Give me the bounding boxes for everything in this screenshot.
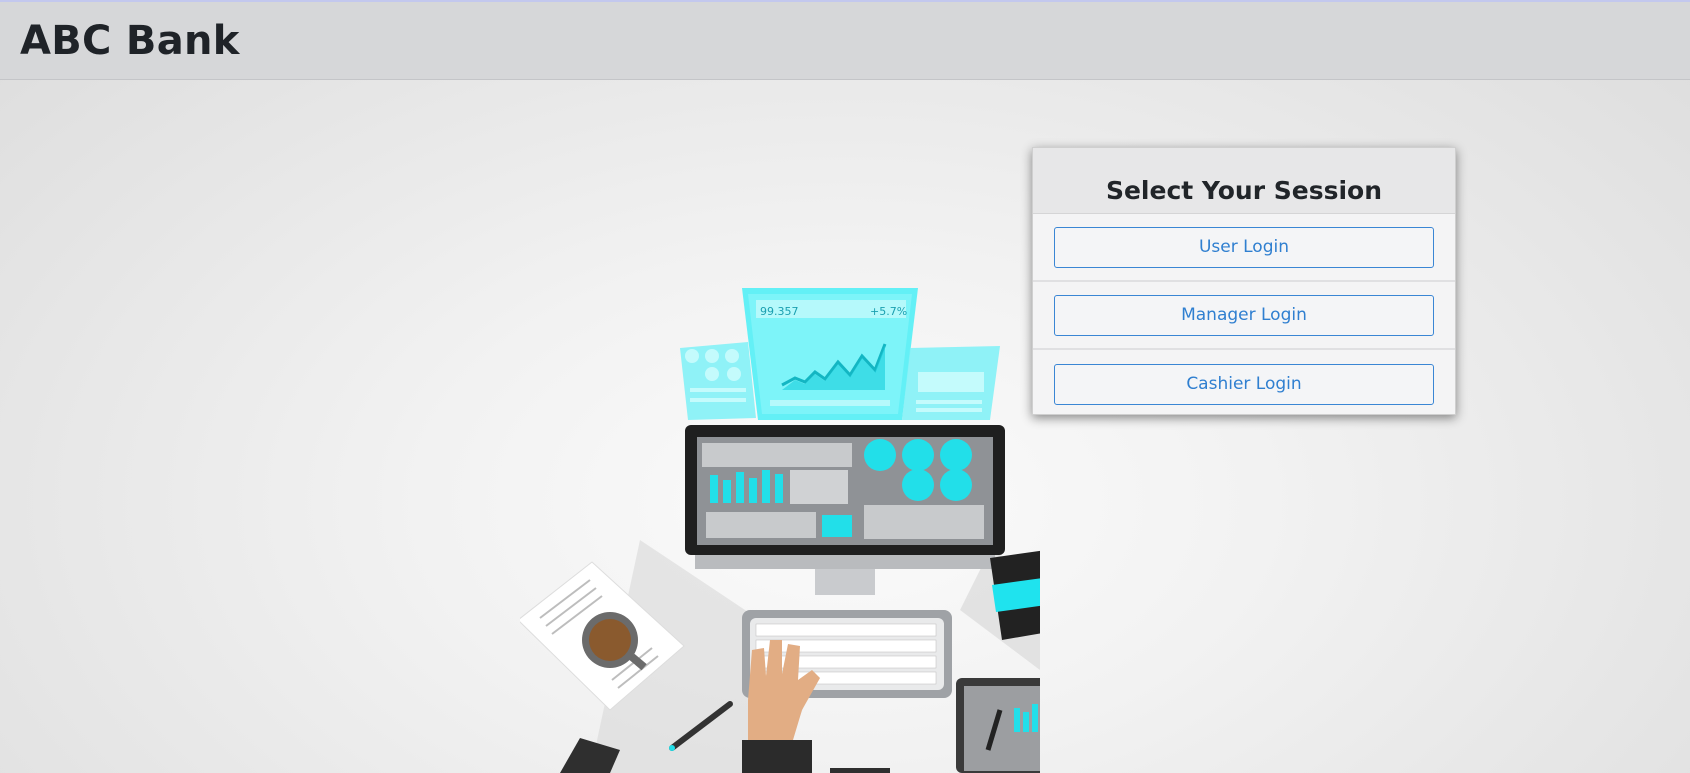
monitor xyxy=(685,425,1005,595)
holo-right-panel xyxy=(902,346,1000,420)
manager-login-row: Manager Login xyxy=(1033,282,1455,350)
holo-main-panel: 99.357 +5.7% xyxy=(742,288,918,420)
session-card-title: Select Your Session xyxy=(1105,176,1383,205)
workspace-illustration: 99.357 +5.7% xyxy=(520,288,1040,773)
session-card: Select Your Session User Login Manager L… xyxy=(1032,147,1456,415)
mouse xyxy=(830,768,890,773)
user-login-row: User Login xyxy=(1033,214,1455,282)
session-card-header: Select Your Session xyxy=(1033,148,1455,214)
holo-value-text: 99.357 xyxy=(760,305,799,318)
tablet xyxy=(956,678,1040,773)
user-login-button[interactable]: User Login xyxy=(1054,226,1434,268)
manager-login-button[interactable]: Manager Login xyxy=(1054,294,1434,336)
navbar: ABC Bank xyxy=(0,2,1690,80)
cashier-login-row: Cashier Login xyxy=(1033,350,1455,418)
holo-left-panel xyxy=(680,342,756,420)
cashier-login-button[interactable]: Cashier Login xyxy=(1054,363,1434,405)
holo-change-text: +5.7% xyxy=(870,305,907,318)
brand-title[interactable]: ABC Bank xyxy=(20,18,240,64)
